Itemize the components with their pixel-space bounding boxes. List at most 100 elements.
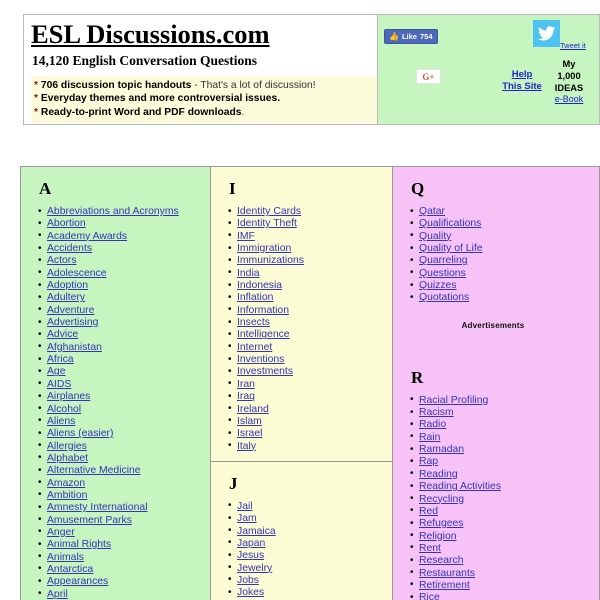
header-branding-panel: ESL Discussions.com 14,120 English Conve… bbox=[23, 14, 378, 125]
topic-link[interactable]: Airplanes bbox=[47, 391, 90, 402]
topic-link[interactable]: Rap bbox=[419, 456, 438, 467]
topic-link[interactable]: Adolescence bbox=[47, 268, 107, 279]
topic-link[interactable]: Insects bbox=[237, 317, 270, 328]
topic-link[interactable]: Identity Cards bbox=[237, 206, 301, 217]
topic-link[interactable]: Accidents bbox=[47, 243, 92, 254]
list-item: Reading bbox=[410, 468, 599, 481]
topic-link[interactable]: Jobs bbox=[237, 575, 259, 586]
list-item: Jamaica bbox=[228, 525, 392, 538]
topic-link[interactable]: Advertising bbox=[47, 317, 98, 328]
topic-link[interactable]: Rice bbox=[419, 592, 440, 600]
topic-link[interactable]: Islam bbox=[237, 416, 262, 427]
topic-link[interactable]: Quality of Life bbox=[419, 243, 483, 254]
topic-link[interactable]: Indonesia bbox=[237, 280, 282, 291]
topic-link[interactable]: Italy bbox=[237, 441, 256, 452]
twitter-button[interactable] bbox=[533, 20, 560, 47]
topic-link[interactable]: IMF bbox=[237, 231, 255, 242]
topic-link[interactable]: Quotations bbox=[419, 292, 469, 303]
topic-link[interactable]: Restaurants bbox=[419, 568, 475, 579]
tweet-it-link[interactable]: Tweet it bbox=[560, 41, 586, 50]
list-item: Airplanes bbox=[38, 391, 210, 404]
topic-link[interactable]: Internet bbox=[237, 342, 272, 353]
topic-link[interactable]: Investments bbox=[237, 366, 293, 377]
topic-link[interactable]: Adultery bbox=[47, 292, 85, 303]
topic-link[interactable]: Rent bbox=[419, 543, 441, 554]
list-item: Investments bbox=[228, 366, 392, 379]
topic-link[interactable]: Inventions bbox=[237, 354, 284, 365]
topic-link[interactable]: Afghanistan bbox=[47, 342, 102, 353]
topic-link[interactable]: Adventure bbox=[47, 305, 94, 316]
topic-list-r: Racial ProfilingRacismRadio RainRamadanRa… bbox=[393, 394, 599, 600]
topic-link[interactable]: Iraq bbox=[237, 391, 255, 402]
topic-link[interactable]: Advice bbox=[47, 329, 78, 340]
topic-link[interactable]: Quizzes bbox=[419, 280, 457, 291]
topic-link[interactable]: Abbreviations and Acronyms bbox=[47, 206, 179, 217]
topic-link[interactable]: Allergies bbox=[47, 441, 87, 452]
topic-link[interactable]: Rain bbox=[419, 432, 440, 443]
topic-link[interactable]: Information bbox=[237, 305, 289, 316]
topic-link[interactable]: Identity Theft bbox=[237, 218, 297, 229]
facebook-like-button[interactable]: 👍 Like 754 bbox=[384, 29, 438, 44]
topic-link[interactable]: Immunizations bbox=[237, 255, 304, 266]
topic-link[interactable]: Immigration bbox=[237, 243, 291, 254]
google-plus-button[interactable]: G+ bbox=[416, 69, 441, 84]
topic-link[interactable]: Ireland bbox=[237, 404, 269, 415]
list-item: Ireland bbox=[228, 403, 392, 416]
topic-link[interactable]: Actors bbox=[47, 255, 76, 266]
topic-link[interactable]: Jokes bbox=[237, 587, 264, 598]
topic-link[interactable]: Religion bbox=[419, 531, 457, 542]
topic-link[interactable]: Radio bbox=[419, 419, 446, 430]
topic-link[interactable]: Recycling bbox=[419, 494, 464, 505]
topic-link[interactable]: Inflation bbox=[237, 292, 273, 303]
topic-link[interactable]: Quality bbox=[419, 231, 451, 242]
topic-link[interactable]: Appearances bbox=[47, 576, 108, 587]
topic-link[interactable]: AIDS bbox=[47, 379, 71, 390]
topic-link[interactable]: Aliens (easier) bbox=[47, 428, 113, 439]
topic-link[interactable]: Amazon bbox=[47, 478, 85, 489]
topic-link[interactable]: Intelligence bbox=[237, 329, 290, 340]
topic-link[interactable]: Animals bbox=[47, 552, 84, 563]
topic-link[interactable]: Adoption bbox=[47, 280, 88, 291]
topic-link[interactable]: Jam bbox=[237, 513, 257, 524]
topic-link[interactable]: Academy Awards bbox=[47, 231, 127, 242]
topic-link[interactable]: April bbox=[47, 589, 68, 600]
topic-link[interactable]: Racial Profiling bbox=[419, 395, 488, 406]
list-item: Quality bbox=[410, 230, 599, 243]
topic-link[interactable]: Retirement bbox=[419, 580, 470, 591]
ebook-link[interactable]: e-Book bbox=[555, 94, 584, 104]
topic-link[interactable]: Amnesty International bbox=[47, 502, 148, 513]
topic-link[interactable]: Jamaica bbox=[237, 526, 276, 537]
topic-link[interactable]: Aliens bbox=[47, 416, 75, 427]
topic-link[interactable]: Qatar bbox=[419, 206, 445, 217]
topic-link[interactable]: Antarctica bbox=[47, 564, 93, 575]
topic-link[interactable]: Alcohol bbox=[47, 404, 81, 415]
topic-link[interactable]: Jewelry bbox=[237, 563, 272, 574]
topic-link[interactable]: Reading bbox=[419, 469, 458, 480]
topic-link[interactable]: Refugees bbox=[419, 518, 463, 529]
topic-link[interactable]: Reading Activities bbox=[419, 481, 501, 492]
topic-link[interactable]: Ramadan bbox=[419, 444, 464, 455]
notice-strong-text: Ready-to-print Word and PDF downloads bbox=[40, 106, 242, 118]
topic-link[interactable]: Racism bbox=[419, 407, 454, 418]
topic-link[interactable]: Alternative Medicine bbox=[47, 465, 141, 476]
topic-column-i: I Identity CardsIdentity Theft IMFImmigra… bbox=[210, 166, 392, 600]
topic-link[interactable]: Jail bbox=[237, 501, 253, 512]
topic-link[interactable]: Anger bbox=[47, 527, 75, 538]
topic-link[interactable]: Iran bbox=[237, 379, 255, 390]
topic-link[interactable]: Animal Rights bbox=[47, 539, 111, 550]
topic-link[interactable]: Qualifications bbox=[419, 218, 481, 229]
topic-link[interactable]: Alphabet bbox=[47, 453, 88, 464]
topic-link[interactable]: Israel bbox=[237, 428, 262, 439]
topic-link[interactable]: Red bbox=[419, 506, 438, 517]
topic-link[interactable]: Research bbox=[419, 555, 463, 566]
topic-link[interactable]: Jesus bbox=[237, 550, 264, 561]
topic-link[interactable]: Amusement Parks bbox=[47, 515, 132, 526]
topic-link[interactable]: Age bbox=[47, 366, 66, 377]
topic-link[interactable]: Japan bbox=[237, 538, 265, 549]
topic-link[interactable]: Africa bbox=[47, 354, 74, 365]
topic-link[interactable]: Ambition bbox=[47, 490, 87, 501]
topic-link[interactable]: Quarreling bbox=[419, 255, 468, 266]
topic-link[interactable]: Abortion bbox=[47, 218, 86, 229]
topic-link[interactable]: India bbox=[237, 268, 260, 279]
topic-link[interactable]: Questions bbox=[419, 268, 466, 279]
